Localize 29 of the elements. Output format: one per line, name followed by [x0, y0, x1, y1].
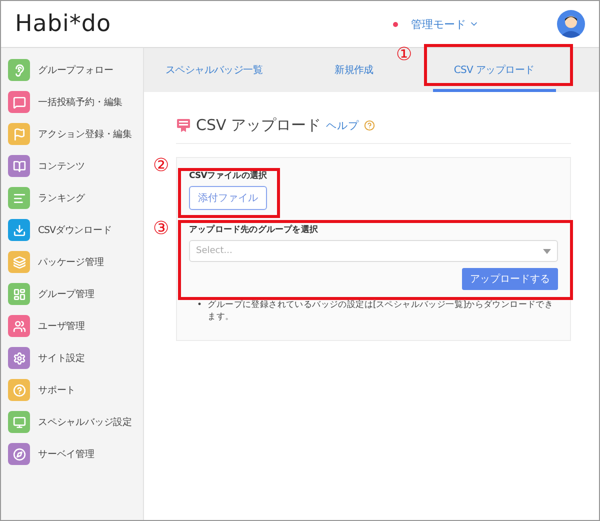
callout-number: ①: [396, 46, 412, 64]
section-label: アップロード先のグループを選択: [189, 224, 318, 236]
bullet: •: [197, 300, 202, 312]
sidebar-item[interactable]: サイト設定: [1, 342, 143, 374]
help-link[interactable]: ヘルプ: [326, 118, 360, 132]
tab[interactable]: スペシャルバッジ一覧: [159, 48, 268, 92]
section-label: CSVファイルの選択: [189, 170, 268, 182]
sidebar-item[interactable]: ランキング: [1, 182, 143, 214]
page-title: CSV アップロード: [196, 116, 322, 135]
mode-menu[interactable]: 管理モード: [393, 16, 479, 32]
sidebar-item[interactable]: サポート: [1, 374, 143, 406]
note-text: グループに登録されているバッジの設定は[スペシャルバッジ一覧]からダウンロードできます。: [208, 300, 554, 324]
tab[interactable]: 新規作成: [328, 48, 380, 92]
callout-number: ②: [153, 157, 170, 175]
avatar[interactable]: [557, 10, 585, 38]
sidebar-item[interactable]: アクション登録・編集: [1, 118, 143, 150]
tab[interactable]: CSV アップロード: [432, 48, 556, 92]
callout-number: ③: [153, 220, 170, 238]
sidebar-item[interactable]: ユーザ管理: [1, 310, 143, 342]
sidebar-item[interactable]: 一括投稿予約・編集: [1, 86, 143, 118]
sidebar-item[interactable]: サーベイ管理: [1, 438, 143, 470]
sidebar-item[interactable]: グループフォロー: [1, 54, 143, 86]
sidebar-item[interactable]: CSVダウンロード: [1, 214, 143, 246]
sidebar-item[interactable]: コンテンツ: [1, 150, 143, 182]
sidebar-item[interactable]: スペシャルバッジ設定: [1, 406, 143, 438]
sidebar-item[interactable]: グループ管理: [1, 278, 143, 310]
sidebar-item[interactable]: パッケージ管理: [1, 246, 143, 278]
caret-icon: [543, 248, 551, 254]
logo: Habi*do: [15, 11, 112, 37]
